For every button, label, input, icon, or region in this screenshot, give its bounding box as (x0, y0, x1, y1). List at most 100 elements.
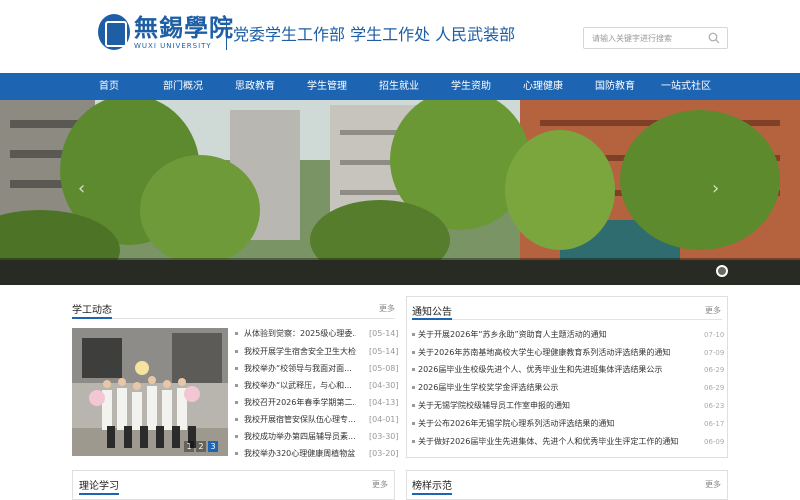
news-item[interactable]: 从体验到觉察：2025级心理委... [05-14] (235, 328, 399, 340)
notice-item-date: 06-09 (704, 438, 725, 446)
news-item-date: [03-30] (369, 432, 399, 441)
models-more-link[interactable]: 更多 (705, 479, 721, 490)
notice-item-title[interactable]: 关于做好2026届毕业生先进集体、先进个人和优秀毕业生评定工作的通知 (418, 436, 693, 448)
site-header: 無錫學院 WUXI UNIVERSITY 党委学生工作部 学生工作处 人民武装部 (0, 0, 800, 73)
news-item-date: [04-01] (369, 415, 399, 424)
news-item-date: [05-14] (369, 329, 399, 338)
logo-english-name: WUXI UNIVERSITY (134, 42, 212, 50)
news-item[interactable]: 我校召开2026年春季学期第二... [04-13] (235, 397, 399, 409)
nav-item-defense-education[interactable]: 国防教育 (595, 73, 635, 100)
nav-item-home[interactable]: 首页 (99, 73, 119, 100)
nav-item-ideology[interactable]: 思政教育 (235, 73, 275, 100)
notice-item[interactable]: 关于无锡学院校级辅导员工作室申报的通知 06-23 (412, 400, 725, 412)
news-section-title: 学工动态 (72, 305, 112, 316)
list-bullet (235, 401, 238, 404)
banner-dot[interactable] (716, 265, 728, 277)
news-item[interactable]: 我校成功举办第四届辅导员素... [03-30] (235, 431, 399, 443)
campus-banner (0, 100, 800, 285)
pager-page-1[interactable]: 1 (184, 441, 194, 452)
news-item-title[interactable]: 我校举办320心理健康周植物盆... (244, 448, 356, 460)
department-title: 党委学生工作部 学生工作处 人民武装部 (233, 25, 516, 44)
theory-more-link[interactable]: 更多 (372, 479, 388, 490)
nav-item-financial-aid[interactable]: 学生资助 (451, 73, 491, 100)
notice-item[interactable]: 关于公布2026年无锡学院心理系列活动评选结果的通知 06-17 (412, 418, 725, 430)
news-item[interactable]: 我校举办320心理健康周植物盆... [03-20] (235, 448, 399, 460)
notice-item-title[interactable]: 关于无锡学院校级辅导员工作室申报的通知 (418, 400, 693, 412)
news-item[interactable]: 我校举办“以武释压，与心和... [04-30] (235, 380, 399, 392)
notice-item[interactable]: 2026届毕业生校级先进个人、优秀毕业生和先进班集体评选结果公示 06-29 (412, 364, 725, 376)
news-item-date: [04-13] (369, 398, 399, 407)
notice-item-date: 06-29 (704, 366, 725, 374)
news-item-title[interactable]: 从体验到觉察：2025级心理委... (244, 328, 356, 340)
notice-item-title[interactable]: 关于2026年苏南基地高校大学生心理健康教育系列活动评选结果的通知 (418, 347, 693, 359)
news-item-title[interactable]: 我校举办“校领导与我面对面... (244, 363, 356, 375)
banner-pagination (716, 265, 730, 279)
news-item-date: [04-30] (369, 381, 399, 390)
theory-title-accent (79, 493, 119, 495)
news-item[interactable]: 我校开展学生宿舍安全卫生大检查 [05-14] (235, 346, 399, 358)
news-title-divider (72, 318, 395, 319)
news-item[interactable]: 我校开展宿管安保队伍心理专... [04-01] (235, 414, 399, 426)
notice-item-date: 06-29 (704, 384, 725, 392)
news-item[interactable]: 我校举办“校领导与我面对面... [05-08] (235, 363, 399, 375)
banner-next-arrow-icon[interactable]: › (712, 178, 719, 199)
list-bullet (412, 351, 415, 354)
notice-item[interactable]: 2026届毕业生学校奖学金评选结果公示 06-29 (412, 382, 725, 394)
news-item-title[interactable]: 我校举办“以武释压，与心和... (244, 380, 356, 392)
notice-item[interactable]: 关于做好2026届毕业生先进集体、先进个人和优秀毕业生评定工作的通知 06-09 (412, 436, 725, 448)
news-item-title[interactable]: 我校开展学生宿舍安全卫生大检查 (244, 346, 356, 358)
campus-photo (0, 100, 800, 285)
news-item-title[interactable]: 我校开展宿管安保队伍心理专... (244, 414, 356, 426)
list-bullet (235, 452, 238, 455)
models-panel (406, 470, 728, 500)
list-bullet (412, 333, 415, 336)
banner-prev-arrow-icon[interactable]: ‹ (78, 178, 85, 199)
university-logo[interactable]: 無錫學院 WUXI UNIVERSITY (98, 14, 233, 54)
theory-section-title: 理论学习 (79, 481, 119, 492)
notice-item-date: 06-17 (704, 420, 725, 428)
university-emblem-icon (98, 14, 130, 50)
notice-title-divider (412, 319, 722, 320)
search-input[interactable] (592, 31, 702, 45)
nav-item-overview[interactable]: 部门概况 (163, 73, 203, 100)
group-photo-image (72, 328, 228, 456)
list-bullet (412, 368, 415, 371)
news-feature-photo[interactable] (72, 328, 228, 456)
nav-item-admission-employment[interactable]: 招生就业 (379, 73, 419, 100)
news-item-date: [05-14] (369, 347, 399, 356)
notice-item-title[interactable]: 2026届毕业生校级先进个人、优秀毕业生和先进班集体评选结果公示 (418, 364, 693, 376)
notice-item-title[interactable]: 2026届毕业生学校奖学金评选结果公示 (418, 382, 693, 394)
pager-page-3-active[interactable]: 3 (208, 441, 218, 452)
theory-panel (72, 470, 395, 500)
nav-item-mental-health[interactable]: 心理健康 (523, 73, 563, 100)
list-bullet (235, 384, 238, 387)
notice-item-title[interactable]: 关于开展2026年“苏乡永助”资助育人主题活动的通知 (418, 329, 693, 341)
list-bullet (235, 435, 238, 438)
pager-page-2[interactable]: 2 (196, 441, 206, 452)
news-more-link[interactable]: 更多 (379, 303, 395, 314)
news-item-title[interactable]: 我校召开2026年春季学期第二... (244, 397, 356, 409)
list-bullet (412, 422, 415, 425)
main-nav: 首页 部门概况 思政教育 学生管理 招生就业 学生资助 心理健康 国防教育 一站… (0, 73, 800, 100)
list-bullet (235, 332, 238, 335)
notice-item[interactable]: 关于开展2026年“苏乡永助”资助育人主题活动的通知 07-10 (412, 329, 724, 341)
models-section-title: 榜样示范 (412, 481, 452, 492)
notice-more-link[interactable]: 更多 (705, 305, 721, 316)
notice-item-title[interactable]: 关于公布2026年无锡学院心理系列活动评选结果的通知 (418, 418, 693, 430)
list-bullet (235, 418, 238, 421)
list-bullet (235, 350, 238, 353)
notice-panel (406, 296, 728, 458)
notice-item[interactable]: 关于2026年苏南基地高校大学生心理健康教育系列活动评选结果的通知 07-09 (412, 347, 724, 359)
news-title-accent (72, 317, 112, 319)
list-bullet (412, 440, 415, 443)
news-item-date: [03-20] (369, 449, 399, 458)
nav-item-community[interactable]: 一站式社区 (661, 73, 711, 100)
notice-title-accent (412, 318, 452, 320)
notice-item-date: 06-23 (704, 402, 725, 410)
search-icon[interactable] (708, 32, 720, 44)
logo-chinese-name: 無錫學院 (134, 13, 234, 42)
models-title-accent (412, 493, 452, 495)
nav-item-student-management[interactable]: 学生管理 (307, 73, 347, 100)
news-item-title[interactable]: 我校成功举办第四届辅导员素... (244, 431, 356, 443)
list-bullet (235, 367, 238, 370)
